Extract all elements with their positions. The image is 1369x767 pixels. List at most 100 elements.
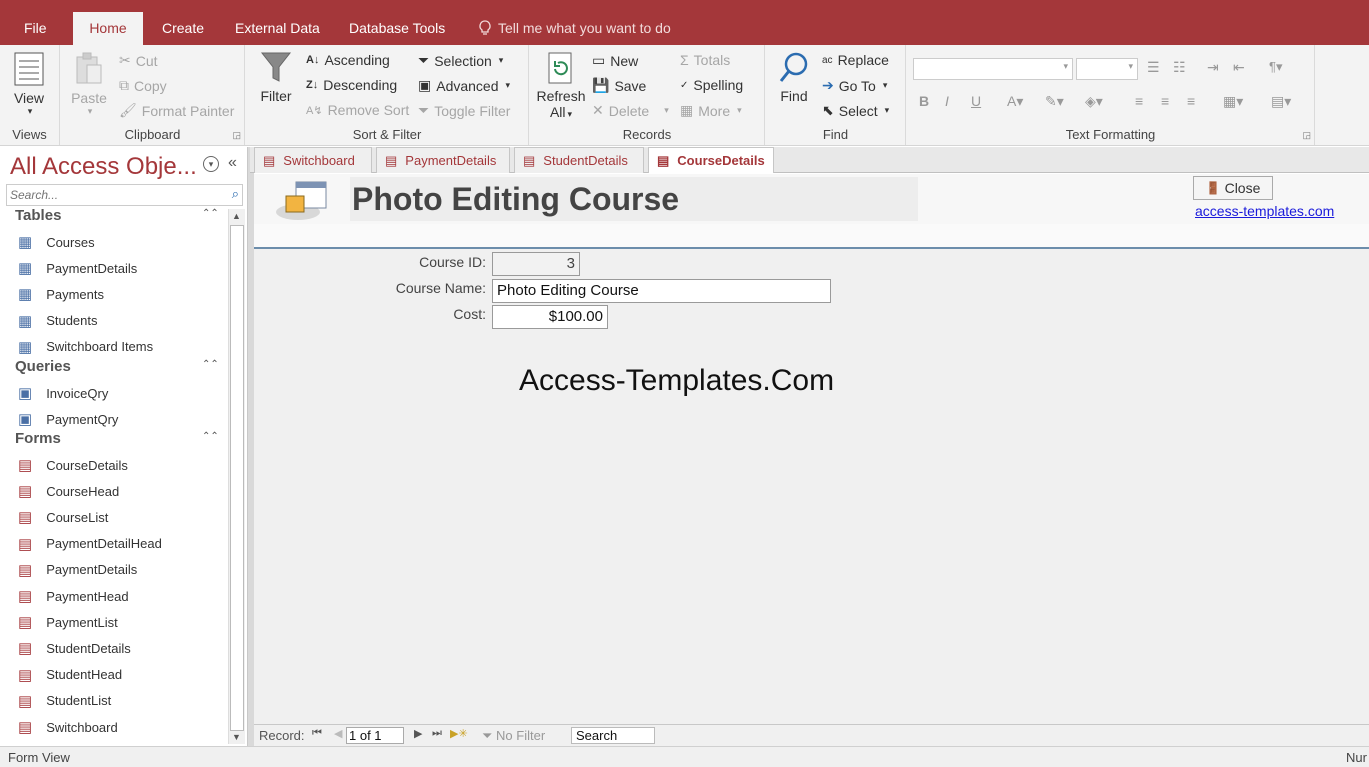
nav-item-coursehead[interactable]: ▤ CourseHead [18,480,119,502]
nav-pane-title[interactable]: All Access Obje... [10,153,197,181]
cut-button[interactable]: ✂ Cut [119,52,158,69]
close-button[interactable]: 🚪 Close [1193,176,1273,200]
nav-item-paymentdetails[interactable]: ▦ PaymentDetails [18,257,137,279]
align-right-icon[interactable]: ≡ [1187,93,1195,109]
selection-button[interactable]: ⏷ Selection ▾ [418,52,503,69]
toggle-filter-button[interactable]: ⏷ Toggle Filter [418,102,510,119]
record-search-input[interactable]: Search [571,727,655,744]
align-center-icon[interactable]: ≡ [1161,93,1169,109]
search-icon[interactable]: ⌕ [232,186,239,202]
indent-increase-icon[interactable]: ⇥ [1207,59,1219,76]
tab-create[interactable]: Create [148,12,218,45]
new-record-icon[interactable]: ▶✳ [450,727,468,740]
view-button[interactable]: View ▾ [8,51,50,117]
course-name-field[interactable]: Photo Editing Course [492,279,831,303]
cost-field[interactable]: $100.00 [492,305,608,329]
bold-button[interactable]: B [919,93,929,109]
scroll-thumb[interactable] [230,225,244,731]
nav-item-paymentqry[interactable]: ▣ PaymentQry [18,408,118,430]
collapse-section-icon[interactable]: ⌃⌃ [202,360,219,370]
select-button[interactable]: ⬉ Select ▾ [822,102,889,119]
numbering-icon[interactable]: ☷ [1173,59,1186,76]
align-left-icon[interactable]: ≡ [1135,93,1143,109]
alternate-row-icon[interactable]: ▤▾ [1271,93,1291,110]
nav-section-tables[interactable]: Tables [15,207,61,224]
doc-tab-studentdetails[interactable]: ▤ StudentDetails [514,147,644,173]
doc-tab-switchboard[interactable]: ▤ Switchboard [254,147,372,173]
nav-section-queries[interactable]: Queries [15,358,71,375]
font-color-icon[interactable]: A▾ [1007,93,1023,110]
nav-section-forms[interactable]: Forms [15,430,61,447]
refresh-all-button[interactable]: Refresh All ▾ [536,51,586,120]
course-id-field[interactable]: 3 [492,252,580,276]
record-position-field[interactable]: 1 of 1 [346,727,404,744]
remove-sort-button[interactable]: A↯ Remove Sort [306,102,409,118]
copy-button[interactable]: ⧉ Copy [119,77,167,94]
collapse-section-icon[interactable]: ⌃⌃ [202,209,219,219]
indent-decrease-icon[interactable]: ⇤ [1233,59,1245,76]
fill-color-icon[interactable]: ◈▾ [1085,93,1103,110]
gridlines-icon[interactable]: ▦▾ [1223,93,1243,110]
scroll-up-icon[interactable]: ▲ [232,211,241,221]
collapse-pane-icon[interactable]: « [228,154,237,172]
tab-database-tools[interactable]: Database Tools [335,12,459,45]
nav-search-box[interactable]: ⌕ [6,184,243,206]
more-button[interactable]: ▦ More ▾ [680,102,742,119]
nav-item-paymentlist[interactable]: ▤ PaymentList [18,611,118,633]
website-link[interactable]: access-templates.com [1195,203,1334,219]
next-record-icon[interactable]: ▶ [414,727,422,740]
totals-button[interactable]: Σ Totals [680,52,730,68]
collapse-section-icon[interactable]: ⌃⌃ [202,432,219,442]
nav-item-coursedetails[interactable]: ▤ CourseDetails [18,454,128,476]
nav-item-paymentdetails[interactable]: ▤ PaymentDetails [18,559,137,581]
doc-tab-paymentdetails[interactable]: ▤ PaymentDetails [376,147,510,173]
format-painter-button[interactable]: 🖌 Format Painter [119,102,234,119]
nav-item-students[interactable]: ▦ Students [18,310,98,332]
save-button[interactable]: 💾 Save [592,77,646,94]
dialog-launcher-icon[interactable]: ◲ [1302,130,1311,141]
italic-button[interactable]: I [945,93,949,109]
font-name-select[interactable]: ▾ [913,58,1073,80]
tell-me-box[interactable]: Tell me what you want to do [478,12,671,45]
filter-button[interactable]: Filter [256,51,296,104]
nav-item-paymentdetailhead[interactable]: ▤ PaymentDetailHead [18,533,162,555]
tab-external-data[interactable]: External Data [221,12,334,45]
nav-item-switchboard-items[interactable]: ▦ Switchboard Items [18,336,153,358]
nav-item-paymenthead[interactable]: ▤ PaymentHead [18,585,129,607]
font-size-select[interactable]: ▾ [1076,58,1138,80]
bullets-icon[interactable]: ☰ [1147,59,1160,76]
doc-tab-coursedetails[interactable]: ▤ CourseDetails [648,147,774,173]
first-record-icon[interactable]: ⏮ [312,727,322,740]
nav-search-input[interactable] [7,185,207,205]
nav-scrollbar[interactable]: ▲ ▼ [228,209,245,744]
nav-item-courselist[interactable]: ▤ CourseList [18,506,108,528]
nav-menu-icon[interactable]: ▾ [203,156,219,172]
nav-item-studentdetails[interactable]: ▤ StudentDetails [18,637,131,659]
find-button[interactable]: Find [774,51,814,104]
advanced-button[interactable]: ▣ Advanced ▾ [418,77,510,94]
nav-item-invoiceqry[interactable]: ▣ InvoiceQry [18,382,108,404]
replace-button[interactable]: ac Replace [822,52,889,68]
goto-button[interactable]: ➔ Go To ▾ [822,77,887,94]
delete-button[interactable]: ✕ Delete ▾ [592,102,669,119]
tab-home[interactable]: Home [73,12,143,45]
spelling-button[interactable]: ✓ Spelling [680,77,743,93]
nav-item-studenthead[interactable]: ▤ StudentHead [18,664,122,686]
previous-record-icon[interactable]: ◀ [334,727,342,740]
nav-item-switchboard[interactable]: ▤ Switchboard [18,716,118,738]
descending-button[interactable]: Z↓ Descending [306,77,397,93]
ascending-button[interactable]: A↓ Ascending [306,52,390,68]
tab-file[interactable]: File [10,12,61,45]
paragraph-icon[interactable]: ¶▾ [1269,59,1283,75]
highlight-icon[interactable]: ✎▾ [1045,93,1064,110]
scroll-down-icon[interactable]: ▼ [232,732,241,742]
dialog-launcher-icon[interactable]: ◲ [232,130,241,141]
nav-item-payments[interactable]: ▦ Payments [18,283,104,305]
nav-item-studentlist[interactable]: ▤ StudentList [18,690,111,712]
paste-button[interactable]: Paste ▾ [69,51,109,117]
underline-button[interactable]: U [971,93,981,109]
last-record-icon[interactable]: ⏭ [432,727,442,740]
new-record-button[interactable]: ▭ New [592,52,638,69]
nav-item-courses[interactable]: ▦ Courses [18,231,95,253]
no-filter-button[interactable]: ⏷ No Filter [482,728,545,744]
